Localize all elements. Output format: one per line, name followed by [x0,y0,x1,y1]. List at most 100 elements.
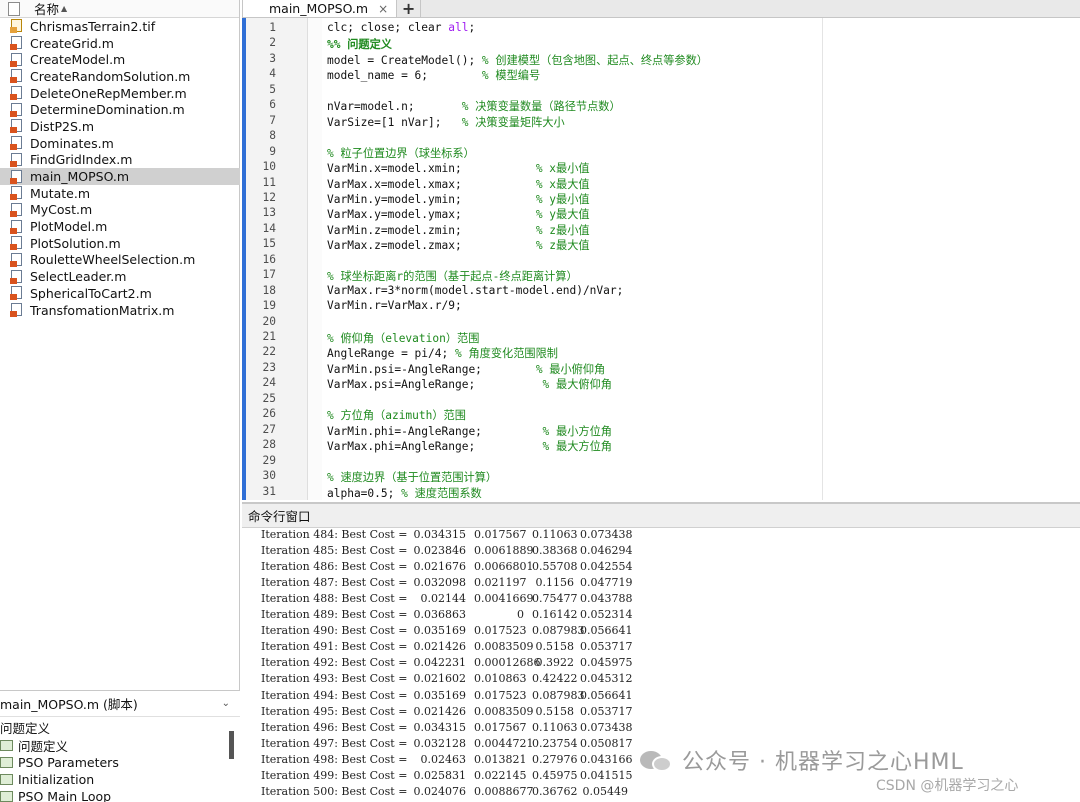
code-line[interactable]: 27 VarMin.phi=-AngleRange; % 最小方位角 [242,423,1080,438]
code-line[interactable]: 19 VarMin.r=VarMax.r/9; [242,299,1080,314]
watermark: 公众号 · 机器学习之心HML [640,740,964,780]
code-line[interactable]: 9 % 粒子位置边界（球坐标系） [242,145,1080,160]
file-item[interactable]: RouletteWheelSelection.m [0,252,240,269]
file-item[interactable]: SelectLeader.m [0,268,240,285]
editor-tab-bar: main_MOPSO.m × + [242,0,1080,18]
file-item[interactable]: ChrismasTerrain2.tif [0,18,240,35]
code-line[interactable]: 4 model_name = 6; % 模型编号 [242,67,1080,82]
cost-value: 0.034315 [413,528,467,541]
code-line[interactable]: 2 %% 问题定义 [242,36,1080,51]
details-scrollbar[interactable] [229,731,234,759]
code-line[interactable]: 23 VarMin.psi=-AngleRange; % 最小俯仰角 [242,361,1080,376]
file-name: PlotModel.m [30,219,108,235]
close-icon[interactable]: × [378,2,388,16]
cost-value: 0.05449 [582,784,629,798]
line-number: 31 [262,484,276,498]
code-line[interactable]: 17 % 球坐标距离r的范围（基于起点-终点距离计算） [242,268,1080,283]
section-item[interactable]: PSO Parameters [0,754,240,771]
code-text: VarMin.psi=-AngleRange; % 最小俯仰角 [327,362,606,376]
cost-value: 0.021602 [413,672,467,686]
output-line: Iteration 488: Best Cost = 0.02144 0.00416… [242,592,1080,608]
file-list-header[interactable]: 名称 ▲ [0,0,239,18]
section-item[interactable]: PSO Main Loop [0,788,240,802]
code-text: %% 问题定义 [327,38,392,52]
line-number: 2 [269,36,276,50]
cost-value: 0.032128 [413,736,467,750]
file-item[interactable]: DeleteOneRepMember.m [0,85,240,102]
code-line[interactable]: 26 % 方位角（azimuth）范围 [242,407,1080,422]
name-column-header[interactable]: 名称 [34,0,59,18]
matlab-file-icon [10,86,24,101]
cost-value: 0.053717 [580,704,633,718]
code-area[interactable]: 1 clc; close; clear all; 2 %% 问题定义 3 model = … [242,18,1080,500]
output-line: Iteration 484: Best Cost = 0.034315 0.0175… [242,528,1080,544]
code-text: VarMax.y=model.ymax; % y最大值 [327,208,590,222]
file-item[interactable]: DetermineDomination.m [0,101,240,118]
line-number: 18 [262,283,276,297]
code-line[interactable]: 1 clc; close; clear all; [242,21,1080,36]
code-line[interactable]: 31 alpha=0.5; % 速度范围系数 [242,485,1080,500]
cost-value: 0.0044721 [474,736,534,750]
file-item[interactable]: Dominates.m [0,135,240,152]
code-text: VarMax.x=model.xmax; % x最大值 [327,177,590,191]
code-line[interactable]: 18 VarMax.r=3*norm(model.start-model.end)… [242,284,1080,299]
code-line[interactable]: 6 nVar=model.n; % 决策变量数量（路径节点数） [242,98,1080,113]
output-line: Iteration 493: Best Cost = 0.021602 0.0108… [242,672,1080,688]
line-number: 8 [269,129,276,143]
code-line[interactable]: 20 [242,315,1080,330]
code-line[interactable]: 16 [242,253,1080,268]
add-tab-button[interactable]: + [397,0,422,18]
chevron-down-icon[interactable]: ⌄ [222,698,230,709]
file-item[interactable]: SphericalToCart2.m [0,285,240,302]
iteration-label: Iteration 484: Best Cost = [261,528,408,541]
file-item[interactable]: MyCost.m [0,202,240,219]
line-number: 6 [269,98,276,112]
code-line[interactable]: 21 % 俯仰角（elevation）范围 [242,330,1080,345]
csdn-watermark: CSDN @机器学习之心 [876,778,1019,794]
code-line[interactable]: 12 VarMin.y=model.ymin; % y最小值 [242,191,1080,206]
code-line[interactable]: 3 model = CreateModel(); % 创建模型（包含地图、起点、终… [242,52,1080,67]
editor-panel: main_MOPSO.m × + 1 clc; close; clear all;… [242,0,1080,500]
code-line[interactable]: 5 [242,83,1080,98]
code-line[interactable]: 28 VarMax.phi=AngleRange; % 最大方位角 [242,438,1080,453]
code-line[interactable]: 8 [242,129,1080,144]
file-item[interactable]: DistP2S.m [0,118,240,135]
section-item[interactable]: 问题定义 [0,737,240,754]
file-item[interactable]: CreateModel.m [0,51,240,68]
code-line[interactable]: 29 [242,454,1080,469]
code-line[interactable]: 15 VarMax.z=model.zmax; % z最大值 [242,237,1080,252]
code-line[interactable]: 11 VarMax.x=model.xmax; % x最大值 [242,176,1080,191]
code-line[interactable]: 25 [242,392,1080,407]
file-item[interactable]: PlotSolution.m [0,235,240,252]
output-line: Iteration 489: Best Cost = 0.036863 0 0.161… [242,608,1080,624]
file-item[interactable]: TransfomationMatrix.m [0,302,240,319]
file-item[interactable]: CreateRandomSolution.m [0,68,240,85]
file-item[interactable]: CreateGrid.m [0,35,240,52]
file-item[interactable]: PlotModel.m [0,218,240,235]
current-folder-panel: 名称 ▲ ChrismasTerrain2.tif CreateGrid.m Cre… [0,0,240,802]
file-item[interactable]: Mutate.m [0,185,240,202]
matlab-file-icon [10,269,24,284]
cost-value: 0.0041669 [474,592,534,606]
code-line[interactable]: 24 VarMax.psi=AngleRange; % 最大俯仰角 [242,376,1080,391]
section-tree-root[interactable]: 问题定义 [0,717,240,737]
file-item[interactable]: main_MOPSO.m [0,168,240,185]
code-line[interactable]: 7 VarSize=[1 nVar]; % 决策变量矩阵大小 [242,114,1080,129]
code-line[interactable]: 22 AngleRange = pi/4; % 角度变化范围限制 [242,345,1080,360]
file-name: Mutate.m [30,185,91,201]
section-item[interactable]: Initialization [0,771,240,788]
tab-main-mopso[interactable]: main_MOPSO.m × [242,0,398,17]
code-line[interactable]: 14 VarMin.z=model.zmin; % z最小值 [242,222,1080,237]
matlab-file-icon [10,303,24,318]
file-name: RouletteWheelSelection.m [30,252,196,268]
matlab-file-icon [10,202,24,217]
cost-value: 0.38368 [532,544,578,558]
cost-value: 0.087983 [532,624,585,638]
code-line[interactable]: 30 % 速度边界（基于位置范围计算） [242,469,1080,484]
iteration-label: Iteration 497: Best Cost = [261,736,408,750]
code-line[interactable]: 10 VarMin.x=model.xmin; % x最小值 [242,160,1080,175]
code-line[interactable]: 13 VarMax.y=model.ymax; % y最大值 [242,206,1080,221]
file-item[interactable]: FindGridIndex.m [0,152,240,169]
line-number: 25 [262,391,276,405]
cost-value: 0.056641 [580,624,633,638]
